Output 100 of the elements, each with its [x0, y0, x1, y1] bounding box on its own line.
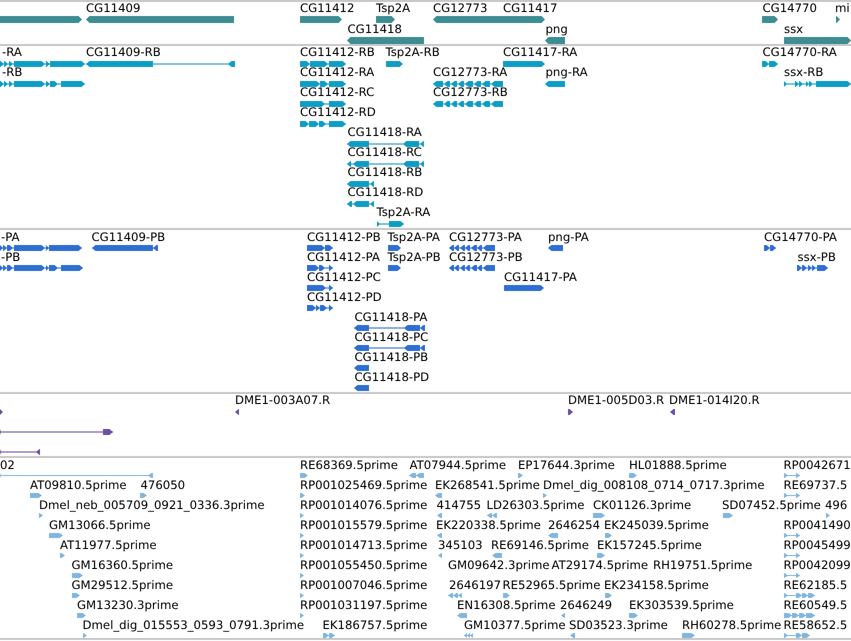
protein-feature-glyph[interactable]: [797, 265, 828, 271]
gene-feature-glyph[interactable]: [762, 16, 778, 23]
protein-feature-glyph[interactable]: [548, 245, 563, 251]
est-feature-glyph[interactable]: [300, 573, 304, 578]
est-feature-glyph[interactable]: [437, 533, 442, 538]
est-feature-glyph[interactable]: [605, 533, 612, 538]
est-feature-glyph[interactable]: [77, 613, 86, 618]
est-feature-glyph[interactable]: [548, 533, 558, 538]
transcript-feature-glyph[interactable]: [377, 221, 404, 227]
est-feature-glyph[interactable]: [543, 493, 547, 498]
est-feature-glyph[interactable]: [435, 493, 442, 498]
transcript-feature-glyph[interactable]: [0, 81, 85, 87]
est-feature-glyph[interactable]: [518, 473, 523, 478]
est-feature-glyph[interactable]: [409, 473, 424, 478]
est-feature-glyph[interactable]: [784, 473, 800, 478]
transcript-feature-glyph[interactable]: [545, 81, 565, 87]
gene-feature-glyph[interactable]: [503, 16, 545, 23]
transcript-feature-glyph[interactable]: [347, 201, 374, 207]
est-feature-glyph[interactable]: [561, 613, 565, 618]
est-feature-glyph[interactable]: [784, 613, 815, 618]
est-feature-glyph[interactable]: [682, 633, 695, 638]
transcript-feature-glyph[interactable]: [784, 81, 851, 87]
est-feature-glyph[interactable]: [784, 553, 800, 558]
transcript-feature-glyph[interactable]: [433, 101, 503, 107]
protein-feature-glyph[interactable]: [307, 245, 333, 251]
est-feature-glyph[interactable]: [30, 493, 42, 498]
est-feature-glyph[interactable]: [487, 513, 497, 518]
protein-feature-glyph[interactable]: [354, 325, 425, 331]
transcript-feature-glyph[interactable]: [386, 61, 403, 67]
est-feature-glyph[interactable]: [72, 593, 80, 598]
est-feature-glyph[interactable]: [629, 613, 638, 618]
est-feature-glyph[interactable]: [300, 533, 304, 538]
transcript-feature-glyph[interactable]: [300, 121, 346, 127]
est-feature-glyph[interactable]: [300, 553, 304, 558]
est-feature-glyph[interactable]: [629, 473, 637, 478]
gene-feature-glyph[interactable]: [545, 37, 565, 44]
bac-end-feature-glyph[interactable]: [670, 409, 675, 415]
est-feature-glyph[interactable]: [457, 613, 467, 618]
est-feature-glyph[interactable]: [784, 633, 810, 638]
protein-feature-glyph[interactable]: [504, 285, 544, 291]
est-feature-glyph[interactable]: [503, 593, 510, 598]
gene-feature-glyph[interactable]: [836, 16, 840, 23]
protein-feature-glyph[interactable]: [92, 245, 158, 251]
bac-end-feature-glyph[interactable]: [568, 409, 573, 415]
transcript-feature-glyph[interactable]: [347, 181, 374, 187]
est-feature-glyph[interactable]: [83, 633, 87, 638]
est-feature-glyph[interactable]: [570, 633, 575, 638]
transcript-feature-glyph[interactable]: [300, 61, 346, 67]
est-feature-glyph[interactable]: [300, 613, 304, 618]
est-feature-glyph[interactable]: [492, 553, 502, 558]
protein-feature-glyph[interactable]: [0, 245, 82, 251]
est-feature-glyph[interactable]: [784, 573, 800, 578]
transcript-feature-glyph[interactable]: [0, 61, 85, 67]
est-feature-glyph[interactable]: [49, 533, 63, 538]
est-feature-glyph[interactable]: [723, 513, 733, 518]
protein-feature-glyph[interactable]: [354, 345, 425, 351]
est-feature-glyph[interactable]: [300, 473, 308, 478]
est-feature-glyph[interactable]: [300, 493, 305, 498]
est-feature-glyph[interactable]: [0, 473, 153, 478]
protein-feature-glyph[interactable]: [764, 245, 776, 251]
protein-feature-glyph[interactable]: [388, 245, 401, 251]
gene-feature-glyph[interactable]: [300, 16, 342, 23]
est-feature-glyph[interactable]: [784, 533, 800, 538]
gene-feature-glyph[interactable]: [784, 37, 851, 44]
est-feature-glyph[interactable]: [784, 593, 815, 598]
est-feature-glyph[interactable]: [784, 493, 800, 498]
est-feature-glyph[interactable]: [39, 513, 43, 518]
est-feature-glyph[interactable]: [605, 593, 612, 598]
est-feature-glyph[interactable]: [300, 513, 304, 518]
est-feature-glyph[interactable]: [323, 633, 335, 638]
protein-feature-glyph[interactable]: [354, 385, 369, 391]
transcript-feature-glyph[interactable]: [503, 61, 545, 67]
est-feature-glyph[interactable]: [593, 513, 605, 518]
transcript-feature-glyph[interactable]: [347, 161, 424, 167]
protein-feature-glyph[interactable]: [0, 265, 83, 271]
transcript-feature-glyph[interactable]: [762, 61, 778, 67]
protein-feature-glyph[interactable]: [354, 365, 369, 371]
protein-feature-glyph[interactable]: [307, 285, 333, 291]
bac-end-feature-glyph[interactable]: [0, 449, 40, 455]
transcript-feature-glyph[interactable]: [300, 101, 346, 107]
est-feature-glyph[interactable]: [826, 513, 830, 518]
est-feature-glyph[interactable]: [300, 593, 304, 598]
est-feature-glyph[interactable]: [140, 493, 147, 498]
protein-feature-glyph[interactable]: [388, 265, 401, 271]
bac-end-feature-glyph[interactable]: [235, 409, 239, 415]
est-feature-glyph[interactable]: [60, 553, 65, 558]
transcript-feature-glyph[interactable]: [86, 61, 235, 67]
est-feature-glyph[interactable]: [438, 553, 442, 558]
protein-feature-glyph[interactable]: [307, 265, 333, 271]
transcript-feature-glyph[interactable]: [300, 81, 346, 87]
est-feature-glyph[interactable]: [448, 593, 462, 598]
est-feature-glyph[interactable]: [597, 553, 605, 558]
gene-feature-glyph[interactable]: [433, 16, 503, 23]
gene-feature-glyph[interactable]: [347, 37, 424, 44]
est-feature-glyph[interactable]: [437, 513, 442, 518]
est-feature-glyph[interactable]: [72, 573, 83, 578]
protein-feature-glyph[interactable]: [307, 305, 333, 311]
bac-end-feature-glyph[interactable]: [0, 429, 113, 435]
protein-feature-glyph[interactable]: [449, 245, 495, 251]
transcript-feature-glyph[interactable]: [347, 141, 424, 147]
